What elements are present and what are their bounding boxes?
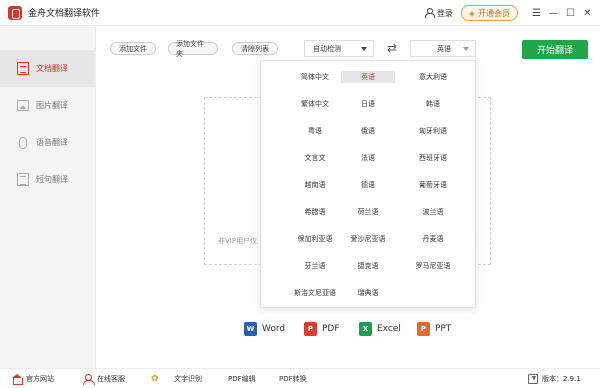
sidebar: 文档翻译 图片翻译 语音翻译 短句翻译 xyxy=(0,27,96,368)
format-excel: X Excel xyxy=(359,322,401,336)
excel-icon: X xyxy=(359,322,372,336)
diamond-icon: ◈ xyxy=(468,8,475,18)
language-option[interactable]: 爱沙尼亚语 xyxy=(341,233,395,245)
app-logo-icon xyxy=(8,5,22,20)
close-icon[interactable]: ✕ xyxy=(579,8,596,19)
user-icon xyxy=(424,8,435,18)
format-pdf: P PDF xyxy=(304,322,340,336)
home-icon xyxy=(12,374,23,385)
drop-zone-hint: 非VIP用户仅 xyxy=(218,237,258,245)
app-title: 金舟文档翻译软件 xyxy=(28,9,101,19)
format-label: Excel xyxy=(377,324,401,334)
online-service-link[interactable]: 在线客服 xyxy=(83,369,125,388)
format-label: PPT xyxy=(435,324,452,334)
language-option[interactable]: 文言文 xyxy=(288,152,342,164)
language-option[interactable]: 简体中文 xyxy=(288,71,342,83)
language-option[interactable]: 英语 xyxy=(341,71,395,83)
sidebar-item-voice-translate[interactable]: 语音翻译 xyxy=(0,124,95,161)
version-info: 版本：2.9.1 xyxy=(528,369,581,388)
status-bar: 官方网站 在线客服 ✿ 文字识别 PDF编辑 PDF转换 版本：2.9.1 xyxy=(0,368,600,388)
language-option[interactable]: 荷兰语 xyxy=(341,206,395,218)
sidebar-item-sentence-translate[interactable]: 短句翻译 xyxy=(0,161,95,198)
language-option[interactable]: 希腊语 xyxy=(288,206,342,218)
login-label: 登录 xyxy=(436,8,453,18)
language-option[interactable]: 丹麦语 xyxy=(406,233,460,245)
ppt-icon: P xyxy=(417,322,430,336)
pdf-edit-link[interactable]: PDF编辑 xyxy=(228,369,256,388)
chevron-down-icon xyxy=(361,47,367,51)
language-option[interactable]: 瑞典语 xyxy=(341,287,395,299)
sidebar-item-label: 文档翻译 xyxy=(36,64,68,73)
add-folder-button[interactable]: 添加文件夹 xyxy=(168,40,218,58)
vip-label: 开通会员 xyxy=(478,8,510,18)
pdf-convert-link[interactable]: PDF转换 xyxy=(279,369,307,388)
ocr-link[interactable]: ✿ 文字识别 xyxy=(151,369,202,388)
text-icon xyxy=(17,173,29,186)
microphone-icon xyxy=(19,136,27,149)
language-option[interactable]: 西班牙语 xyxy=(406,152,460,164)
menu-icon[interactable]: ☰ xyxy=(528,8,545,19)
minimize-icon[interactable]: — xyxy=(545,8,562,19)
format-ppt: P PPT xyxy=(417,322,451,336)
ocr-label: 文字识别 xyxy=(174,375,202,383)
format-label: PDF xyxy=(322,324,340,334)
target-language-value: 英语 xyxy=(437,44,451,53)
source-language-value: 自动检测 xyxy=(313,44,341,53)
language-option[interactable]: 捷克语 xyxy=(341,260,395,272)
title-bar: 金舟文档翻译软件 登录 ◈ 开通会员 ☰ — ☐ ✕ xyxy=(0,0,600,26)
maximize-icon[interactable]: ☐ xyxy=(562,8,579,19)
language-option[interactable]: 意大利语 xyxy=(406,71,460,83)
word-icon: W xyxy=(244,322,257,336)
document-icon xyxy=(17,62,29,75)
image-icon xyxy=(17,100,29,111)
language-option[interactable]: 罗马尼亚语 xyxy=(406,260,460,272)
official-website-link[interactable]: 官方网站 xyxy=(12,369,54,388)
language-option[interactable]: 波兰语 xyxy=(406,206,460,218)
customer-service-icon xyxy=(83,374,95,385)
chevron-down-icon xyxy=(463,47,469,51)
vip-button[interactable]: ◈ 开通会员 xyxy=(460,5,518,21)
language-option[interactable]: 粤语 xyxy=(288,125,342,137)
language-option[interactable]: 德语 xyxy=(341,179,395,191)
language-option[interactable]: 法语 xyxy=(341,152,395,164)
target-language-select[interactable]: 英语 xyxy=(410,40,476,57)
login-button[interactable]: 登录 xyxy=(424,8,453,19)
ocr-icon: ✿ xyxy=(151,374,159,384)
website-label: 官方网站 xyxy=(26,375,54,383)
sidebar-item-doc-translate[interactable]: 文档翻译 xyxy=(0,50,95,87)
language-option[interactable]: 俄语 xyxy=(341,125,395,137)
language-option[interactable]: 韩语 xyxy=(406,98,460,110)
add-file-button[interactable]: 添加文件 xyxy=(110,42,156,55)
version-label: 版本：2.9.1 xyxy=(542,375,581,383)
language-option[interactable]: 日语 xyxy=(341,98,395,110)
sidebar-item-label: 语音翻译 xyxy=(36,138,68,147)
format-word: W Word xyxy=(244,322,285,336)
start-translate-button[interactable]: 开始翻译 xyxy=(522,40,588,59)
language-option[interactable]: 匈牙利语 xyxy=(406,125,460,137)
language-option[interactable]: 葡萄牙语 xyxy=(406,179,460,191)
service-label: 在线客服 xyxy=(97,375,125,383)
sidebar-item-image-translate[interactable]: 图片翻译 xyxy=(0,87,95,124)
source-language-select[interactable]: 自动检测 xyxy=(304,40,374,57)
sidebar-item-label: 短句翻译 xyxy=(36,175,68,184)
pdf-icon: P xyxy=(304,322,317,336)
format-label: Word xyxy=(262,324,286,334)
clear-list-button[interactable]: 清除列表 xyxy=(232,42,278,55)
language-option[interactable]: 斯洛文尼亚语 xyxy=(288,287,342,299)
sidebar-item-label: 图片翻译 xyxy=(36,101,68,110)
language-dropdown: 简体中文 英语 意大利语繁体中文 日语 韩语粤语 俄语 匈牙利语文言文 法语 西班牙语越南语 德语… xyxy=(260,60,476,308)
language-option[interactable]: 芬兰语 xyxy=(288,260,342,272)
swap-languages-icon[interactable]: ⇄ xyxy=(384,41,400,55)
download-icon xyxy=(528,374,538,384)
language-option[interactable]: 繁体中文 xyxy=(288,98,342,110)
language-option[interactable]: 越南语 xyxy=(288,179,342,191)
language-option[interactable]: 保加利亚语 xyxy=(288,233,342,245)
